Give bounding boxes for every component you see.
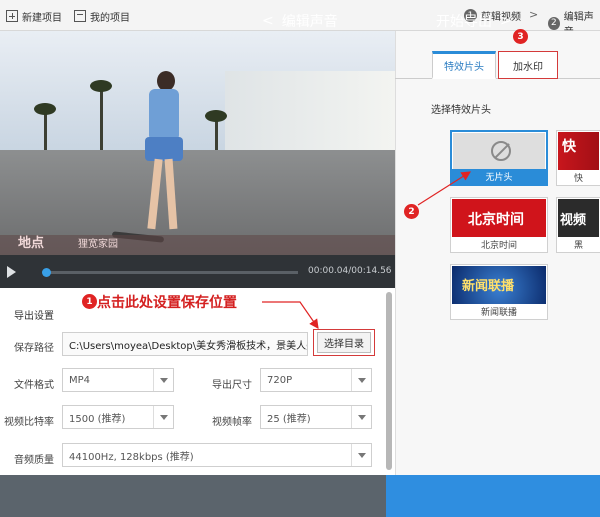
thumb-image-text: 北京时间	[468, 212, 524, 228]
choose-directory-button[interactable]: 选择目录	[313, 329, 375, 356]
bottom-bar-left	[0, 475, 386, 517]
thumb-image: 视频	[558, 199, 599, 237]
thumb-label: 快	[557, 170, 600, 185]
file-format-select[interactable]: MP4	[62, 368, 174, 392]
play-icon[interactable]	[7, 266, 16, 278]
thumb-image	[453, 133, 545, 171]
thumb-image-text: 快	[562, 139, 576, 155]
video-bitrate-value: 1500 (推荐)	[69, 413, 126, 425]
chevron-right-icon: >	[500, 13, 512, 29]
audio-quality-select[interactable]: 44100Hz, 128kbps (推荐)	[62, 443, 372, 467]
choose-directory-label: 选择目录	[317, 332, 371, 353]
intro-thumb-fast[interactable]: 快 快	[556, 130, 600, 186]
overlay-text: 地点	[18, 236, 45, 251]
skateboarder-figure	[135, 71, 195, 246]
thumb-image: 快	[558, 132, 599, 170]
video-preview[interactable]: 地点 狸宽家园	[0, 31, 395, 255]
chevron-down-icon	[153, 369, 173, 391]
step-number: 2	[548, 16, 560, 30]
thumb-label: 黑	[557, 237, 600, 252]
annotation-text-1: 点击此处设置保存位置	[97, 295, 237, 311]
start-export-button[interactable]: 开始导出 >	[436, 0, 512, 42]
video-bitrate-select[interactable]: 1500 (推荐)	[62, 405, 174, 429]
chevron-down-icon	[153, 406, 173, 428]
right-panel	[395, 31, 600, 475]
start-export-label: 开始导出	[436, 14, 492, 30]
tab-watermark[interactable]: 加水印	[498, 51, 558, 79]
chevron-down-icon	[351, 444, 371, 466]
intro-section-title: 选择特效片头	[431, 105, 491, 116]
chevron-down-icon	[351, 369, 371, 391]
folder-icon	[74, 10, 86, 22]
new-project-label: 新建项目	[22, 12, 62, 24]
export-size-value: 720P	[267, 374, 293, 386]
video-fps-label: 视频帧率	[212, 417, 252, 428]
thumb-image-text: 视频	[560, 213, 587, 228]
file-format-label: 文件格式	[14, 380, 54, 391]
plus-icon	[6, 10, 18, 22]
thumb-label: 无片头	[452, 169, 546, 184]
annotation-marker-1: 1	[82, 294, 97, 309]
bottom-bar-right	[386, 475, 600, 517]
audio-quality-value: 44100Hz, 128kbps (推荐)	[69, 451, 194, 463]
thumb-label: 北京时间	[451, 237, 547, 252]
intro-thumb-black[interactable]: 视频 黑	[556, 197, 600, 253]
audio-quality-label: 音频质量	[14, 455, 54, 466]
chevron-left-icon: <	[262, 13, 274, 29]
my-projects-label: 我的项目	[90, 12, 130, 24]
video-bitrate-label: 视频比特率	[4, 417, 54, 428]
save-path-label: 保存路径	[14, 343, 54, 354]
save-path-field[interactable]: C:\Users\moyea\Desktop\美女秀滑板技术，景美人美	[62, 332, 308, 356]
export-size-select[interactable]: 720P	[260, 368, 372, 392]
annotation-marker-3: 3	[513, 29, 528, 44]
player-controls: 00:00.04/00:14.56	[0, 255, 395, 288]
video-fps-select[interactable]: 25 (推荐)	[260, 405, 372, 429]
thumb-label: 新闻联播	[451, 304, 547, 319]
export-size-label: 导出尺寸	[212, 380, 252, 391]
seek-bar[interactable]	[42, 268, 298, 277]
time-display: 00:00.04/00:14.56	[308, 266, 392, 276]
no-entry-icon	[491, 141, 511, 161]
intro-thumb-none[interactable]: 无片头	[450, 130, 548, 186]
save-path-value: C:\Users\moyea\Desktop\美女秀滑板技术，景美人美	[69, 340, 308, 352]
thumb-image-text: 新闻联播	[462, 279, 515, 294]
video-fps-value: 25 (推荐)	[267, 413, 311, 425]
export-settings-title: 导出设置	[14, 311, 54, 322]
edit-sound-button[interactable]: < 编辑声音	[262, 0, 338, 42]
annotation-marker-2: 2	[404, 204, 419, 219]
thumb-image: 北京时间	[452, 199, 546, 237]
chevron-down-icon	[351, 406, 371, 428]
edit-sound-label: 编辑声音	[281, 14, 338, 30]
seek-handle[interactable]	[42, 268, 51, 277]
overlay-subtext: 狸宽家园	[78, 239, 118, 250]
settings-scrollbar[interactable]	[386, 292, 392, 470]
step-separator: >	[529, 8, 539, 21]
thumb-image: 新闻联播	[452, 266, 546, 304]
my-projects-button[interactable]: 我的项目	[74, 8, 130, 24]
intro-thumb-news[interactable]: 新闻联播 新闻联播	[450, 264, 548, 320]
tab-intro-effects[interactable]: 特效片头	[432, 51, 496, 79]
title-overlay	[0, 235, 395, 255]
file-format-value: MP4	[69, 374, 91, 386]
intro-thumb-beijing-time[interactable]: 北京时间 北京时间	[450, 197, 548, 253]
new-project-button[interactable]: 新建项目	[6, 8, 62, 24]
